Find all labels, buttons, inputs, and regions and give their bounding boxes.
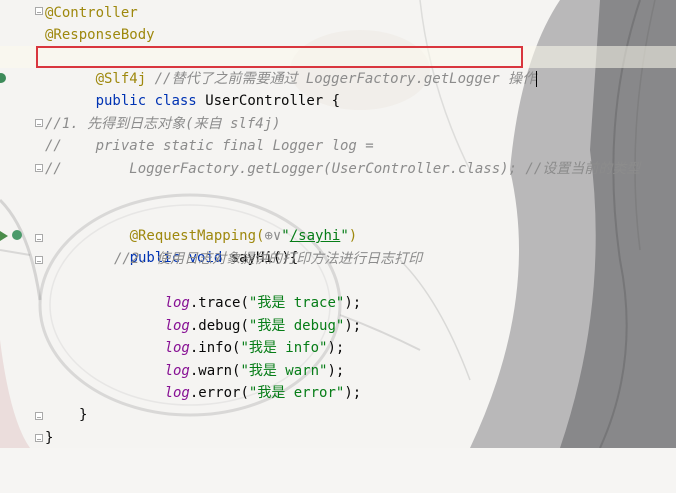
highlight-box (36, 46, 523, 68)
code-line: log.trace("我是 trace"); (0, 270, 676, 311)
code-line: } (0, 404, 676, 426)
comment: // LoggerFactory.getLogger(UserControlle… (45, 161, 641, 177)
code-line: log.debug("我是 debug"); (0, 293, 676, 334)
string-literal: "我是 error" (248, 385, 345, 401)
code-line: //1. 先得到日志对象(来自 slf4j) (0, 113, 676, 135)
code-line: // private static final Logger log = (0, 135, 676, 157)
comment: // private static final Logger log = (45, 138, 374, 154)
closing-brace: } (45, 430, 54, 446)
code-line: log.info("我是 info"); (0, 315, 676, 356)
annotation: @ResponseBody (45, 27, 155, 43)
class-name: UserController { (205, 93, 341, 109)
keyword: public (95, 93, 147, 109)
code-line: } (0, 427, 676, 449)
code-line: log.warn("我是 warn"); (0, 338, 676, 379)
closing-brace: } (79, 407, 88, 423)
code-line: log.error("我是 error"); (0, 360, 676, 401)
code-line: @ResponseBody (0, 24, 676, 46)
comment: //1. 先得到日志对象(来自 slf4j) (45, 116, 281, 132)
annotation: @Controller (45, 5, 138, 21)
keyword: class (154, 93, 197, 109)
code-line: @RequestMapping(⊕∨"/sayhi") (0, 203, 676, 244)
method-call: .error( (189, 385, 249, 401)
code-line: // LoggerFactory.getLogger(UserControlle… (0, 158, 676, 180)
code-line: public void sayHi(){ (0, 225, 676, 266)
statement-end: ); (344, 385, 362, 401)
code-line: //2. 使用日志对象提供的打印方法进行日志打印 (0, 248, 676, 270)
code-line: public class UserController { (0, 68, 676, 109)
code-line: @Controller (0, 2, 676, 24)
comment: //2. 使用日志对象提供的打印方法进行日志打印 (114, 251, 423, 267)
log-field: log (164, 385, 190, 401)
